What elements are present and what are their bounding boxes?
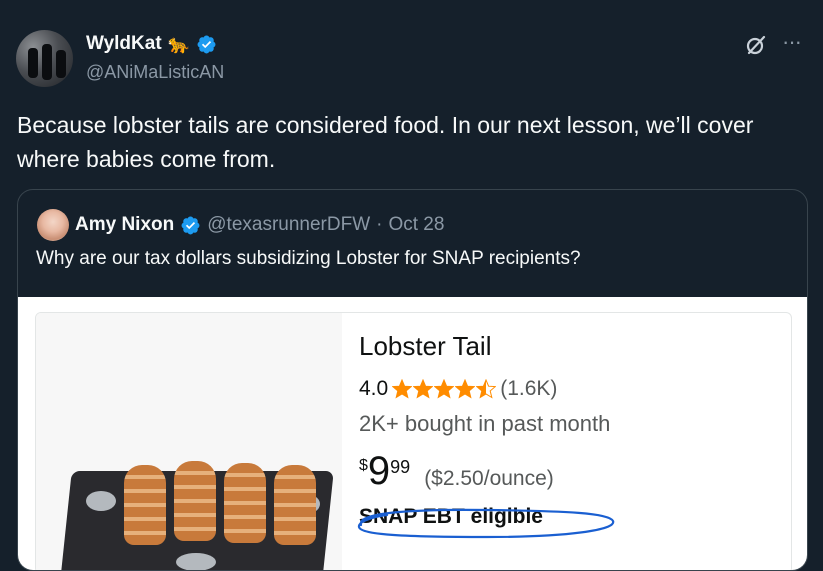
- author-name-row: WyldKat 🐆: [86, 33, 217, 55]
- lobster-tail: [124, 465, 166, 545]
- quoted-display-name[interactable]: Amy Nixon: [75, 214, 174, 236]
- verified-badge-icon: [181, 216, 200, 234]
- price-currency: $: [359, 457, 368, 474]
- quoted-text: Why are our tax dollars subsidizing Lobs…: [36, 248, 581, 269]
- product-title: Lobster Tail: [359, 331, 492, 361]
- unit-price: ($2.50/ounce): [424, 467, 554, 490]
- lobster-tail: [224, 463, 266, 543]
- star-icon: [392, 379, 413, 399]
- price: $ 9 99 ($2.50/ounce): [359, 451, 554, 491]
- product-card: Lobster Tail 4.0 (1.6K) 2K+ bought in pa…: [35, 312, 792, 570]
- author-avatar[interactable]: [16, 30, 73, 87]
- snap-ebt-label: SNAP EBT eligible: [359, 505, 543, 528]
- star-icon: [476, 379, 497, 399]
- rating-value: 4.0: [359, 377, 389, 400]
- quoted-handle[interactable]: @texasrunnerDFW: [207, 214, 370, 236]
- rating-count: (1.6K): [500, 377, 558, 400]
- author-handle[interactable]: @ANiMaListicAN: [86, 62, 224, 83]
- price-fraction: 99: [390, 457, 411, 477]
- quoted-media-image[interactable]: Lobster Tail 4.0 (1.6K) 2K+ bought in pa…: [18, 297, 807, 570]
- star-rating: [392, 379, 497, 399]
- quoted-header: Amy Nixon @texasrunnerDFW · Oct 28: [75, 214, 444, 236]
- star-icon: [455, 379, 476, 399]
- quoted-date[interactable]: Oct 28: [388, 214, 444, 236]
- product-image: [36, 313, 342, 570]
- verified-badge-icon: [197, 35, 216, 53]
- quoted-tweet[interactable]: Amy Nixon @texasrunnerDFW · Oct 28 Why a…: [17, 189, 808, 571]
- quoted-avatar[interactable]: [37, 209, 69, 241]
- rating-row: 4.0 (1.6K): [359, 377, 557, 401]
- tweet-text: Because lobster tails are considered foo…: [17, 112, 754, 172]
- star-icon: [413, 379, 434, 399]
- lobster-tail: [174, 461, 216, 541]
- bought-count: 2K+ bought in past month: [359, 411, 611, 436]
- leopard-emoji: 🐆: [167, 34, 191, 54]
- lobster-tail: [274, 465, 316, 545]
- grok-icon[interactable]: [744, 33, 768, 57]
- quoted-separator: ·: [376, 214, 383, 235]
- star-icon: [434, 379, 455, 399]
- price-whole: 9: [367, 449, 391, 493]
- more-icon[interactable]: ···: [782, 31, 802, 53]
- author-display-name[interactable]: WyldKat: [86, 33, 162, 55]
